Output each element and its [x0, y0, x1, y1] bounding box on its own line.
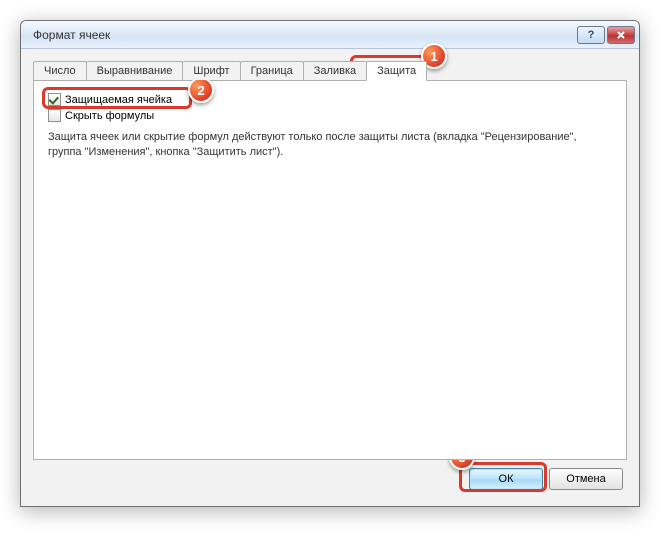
checkbox-hidden[interactable] [48, 109, 61, 122]
cancel-button[interactable]: Отмена [549, 468, 623, 490]
checkbox-locked-row[interactable]: Защищаемая ячейка [48, 93, 612, 106]
checkbox-hidden-label: Скрыть формулы [65, 110, 154, 122]
checkbox-locked[interactable] [48, 93, 61, 106]
tab-font[interactable]: Шрифт [182, 61, 240, 80]
tab-fill[interactable]: Заливка [303, 61, 367, 80]
tab-protection[interactable]: Защита [366, 61, 427, 81]
help-button[interactable]: ? [577, 26, 605, 44]
tabstrip: Число Выравнивание Шрифт Граница Заливка… [33, 61, 627, 80]
tab-alignment[interactable]: Выравнивание [86, 61, 184, 80]
checkbox-locked-label: Защищаемая ячейка [65, 94, 172, 106]
tab-border[interactable]: Граница [240, 61, 304, 80]
window-title: Формат ячеек [33, 28, 575, 42]
button-bar: ОК Отмена 3 [33, 460, 627, 494]
titlebar: Формат ячеек ? [21, 21, 639, 49]
close-button[interactable] [607, 26, 635, 44]
close-icon [616, 30, 626, 40]
dialog-format-cells: Формат ячеек ? Число Выравнивание Шрифт … [20, 20, 640, 507]
description-text: Защита ячеек или скрытие формул действую… [48, 130, 608, 160]
client-area: Число Выравнивание Шрифт Граница Заливка… [21, 49, 639, 506]
checkbox-hidden-row[interactable]: Скрыть формулы [48, 109, 612, 122]
tab-number[interactable]: Число [33, 61, 87, 80]
ok-button[interactable]: ОК [469, 468, 543, 490]
panel-protection: Защищаемая ячейка Скрыть формулы Защита … [33, 80, 627, 460]
